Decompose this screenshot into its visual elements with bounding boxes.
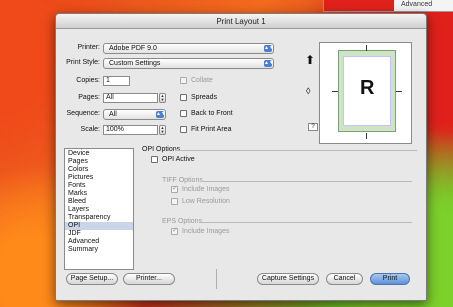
dialog-title: Print Layout 1 <box>56 14 426 29</box>
printer-select[interactable]: Adobe PDF 9.0 ▲▼ <box>103 43 274 54</box>
list-item[interactable]: Transparency <box>65 214 133 222</box>
pages-input[interactable]: All <box>103 93 158 103</box>
tiff-include-images-label: Include Images <box>182 186 230 193</box>
scale-label: Scale: <box>80 126 100 133</box>
section-divider <box>175 150 417 151</box>
preview-printable-area: R <box>343 56 391 126</box>
back-to-front-checkbox[interactable] <box>180 110 187 117</box>
collate-checkbox[interactable] <box>180 77 187 84</box>
list-item[interactable]: Colors <box>65 166 133 174</box>
section-divider <box>199 222 412 223</box>
background-advanced-label: Advanced <box>401 1 433 8</box>
print-dialog: Print Layout 1 Printer: Adobe PDF 9.0 ▲▼… <box>55 13 427 301</box>
fit-print-area-label: Fit Print Area <box>191 126 232 133</box>
scale-input[interactable]: 100% <box>103 125 158 135</box>
print-style-select[interactable]: Custom Settings ▲▼ <box>103 58 274 69</box>
list-item[interactable]: JDF <box>65 230 133 238</box>
list-item[interactable]: Device <box>65 150 133 158</box>
list-item[interactable]: Summary <box>65 246 133 254</box>
paper-orientation-icon: ◊ <box>306 86 311 96</box>
list-item[interactable]: Marks <box>65 190 133 198</box>
pages-stepper[interactable]: ▲ ▼ <box>159 93 166 103</box>
list-item[interactable]: Advanced <box>65 238 133 246</box>
sequence-select[interactable]: All ▲▼ <box>103 109 166 120</box>
crop-mark <box>366 45 367 51</box>
copies-input[interactable]: 1 <box>103 76 130 86</box>
list-item[interactable]: Pictures <box>65 174 133 182</box>
chevron-updown-icon: ▲▼ <box>156 111 166 118</box>
chevron-updown-icon: ▲▼ <box>264 45 274 52</box>
print-style-label: Print Style: <box>66 59 100 66</box>
spreads-checkbox[interactable] <box>180 94 187 101</box>
spreads-label: Spreads <box>191 94 218 101</box>
sequence-label: Sequence: <box>66 110 100 117</box>
eps-include-images-checkbox[interactable] <box>171 226 178 235</box>
list-item[interactable]: Bleed <box>65 198 133 206</box>
fit-print-area-checkbox[interactable] <box>180 126 187 133</box>
printer-select-value: Adobe PDF 9.0 <box>109 45 157 52</box>
button-separator <box>216 269 217 289</box>
preview-info-button[interactable]: ? <box>308 123 318 131</box>
print-categories-list[interactable]: Device Pages Colors Pictures Fonts Marks… <box>64 148 134 270</box>
print-style-select-value: Custom Settings <box>109 60 161 67</box>
chevron-updown-icon: ▲▼ <box>264 60 274 67</box>
printer-button[interactable]: Printer... <box>123 273 175 285</box>
back-to-front-label: Back to Front <box>191 110 233 117</box>
crop-mark <box>332 91 338 92</box>
tiff-low-resolution-label: Low Resolution <box>182 198 230 205</box>
section-divider <box>203 181 412 182</box>
list-item-selected[interactable]: OPI <box>65 222 133 230</box>
crop-mark <box>366 133 367 139</box>
background-red-swatch <box>324 0 394 11</box>
sequence-select-value: All <box>109 111 117 118</box>
page-setup-button[interactable]: Page Setup... <box>66 273 118 285</box>
print-button[interactable]: Print <box>370 273 410 285</box>
page-preview: R <box>319 42 412 144</box>
opi-active-label: OPI Active <box>162 156 195 163</box>
opi-active-checkbox[interactable] <box>151 156 158 163</box>
collate-label: Collate <box>191 77 213 84</box>
pages-label: Pages: <box>78 94 100 101</box>
printer-label: Printer: <box>77 44 100 51</box>
preview-page: R <box>338 50 396 132</box>
scale-stepper[interactable]: ▲ ▼ <box>159 125 166 135</box>
list-item[interactable]: Pages <box>65 158 133 166</box>
tiff-options-title: TIFF Options <box>162 177 203 184</box>
list-item[interactable]: Layers <box>65 206 133 214</box>
capture-settings-button[interactable]: Capture Settings <box>257 273 319 285</box>
tiff-low-resolution-checkbox[interactable] <box>171 198 178 205</box>
copies-label: Copies: <box>76 77 100 84</box>
eps-options-title: EPS Options <box>162 218 203 225</box>
list-item[interactable]: Fonts <box>65 182 133 190</box>
crop-mark <box>396 91 402 92</box>
cancel-button[interactable]: Cancel <box>326 273 363 285</box>
eps-include-images-label: Include Images <box>182 228 230 235</box>
paper-feed-arrow-icon: ⬆ <box>305 53 316 67</box>
background-window-panel: Advanced <box>323 0 453 12</box>
tiff-include-images-checkbox[interactable] <box>171 184 178 193</box>
preview-letter: R <box>360 77 375 99</box>
